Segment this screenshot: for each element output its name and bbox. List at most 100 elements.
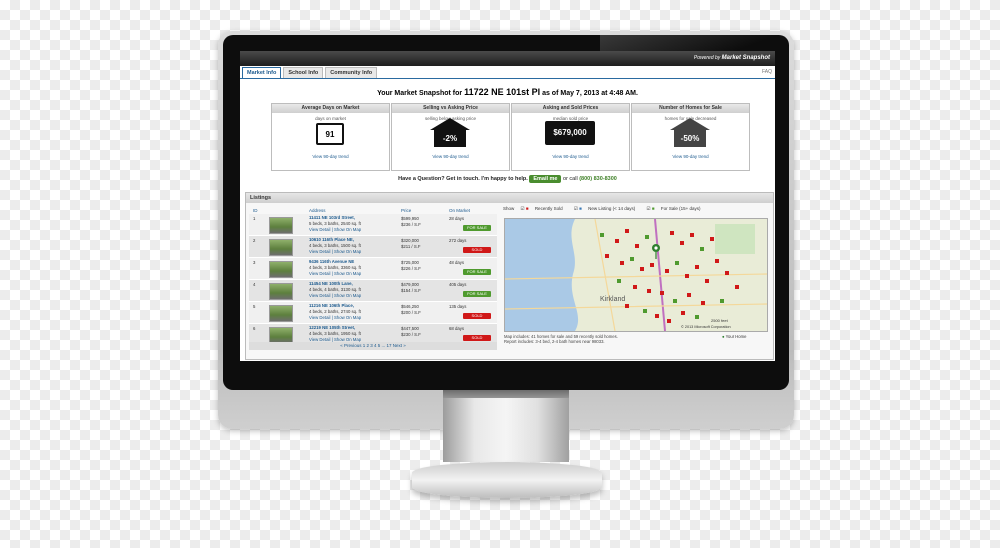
listing-pin-icon[interactable]: [705, 279, 709, 283]
listing-pin-icon[interactable]: [695, 265, 699, 269]
view-detail-link[interactable]: View Detail: [309, 249, 330, 254]
listing-pin-icon[interactable]: [660, 291, 664, 295]
filter-new-listing[interactable]: ☑ ■ New Listing (< 14 days): [574, 206, 640, 211]
listing-pin-icon[interactable]: [675, 261, 679, 265]
house-photo[interactable]: [269, 239, 293, 256]
filter-for-sale[interactable]: ☑ ■ For Sale (15+ days): [647, 206, 706, 211]
listing-pin-icon[interactable]: [667, 319, 671, 323]
row-number: 2: [253, 238, 256, 243]
listings-map[interactable]: Kirkland 2500 feet © 2013 Microsoft Corp…: [504, 218, 768, 332]
email-me-button[interactable]: Email me: [529, 175, 562, 183]
listing-pin-icon[interactable]: [665, 269, 669, 273]
listing-pin-icon[interactable]: [720, 299, 724, 303]
listing-address[interactable]: 9436 116th Avenue NE: [309, 259, 354, 264]
listing-details: 4 beds, 4 baths, 3130 sq. ft: [309, 287, 361, 292]
listing-address[interactable]: 11454 NE 100th Lane,: [309, 281, 353, 286]
table-row[interactable]: 1 11411 NE 103rd Street, 5 beds, 3 baths…: [249, 214, 497, 236]
listing-pin-icon[interactable]: [645, 235, 649, 239]
table-row[interactable]: 5 11216 NE 106th Place, 4 beds, 2 baths,…: [249, 302, 497, 324]
house-photo[interactable]: [269, 283, 293, 300]
view-detail-link[interactable]: View Detail: [309, 227, 330, 232]
filter-recently-sold[interactable]: ☑ ■ Recently Sold: [521, 206, 568, 211]
show-on-map-link[interactable]: Show On Map: [334, 227, 361, 232]
listing-pin-icon[interactable]: [630, 257, 634, 261]
listing-pin-icon[interactable]: [635, 244, 639, 248]
house-photo[interactable]: [269, 305, 293, 322]
status-badge: SOLD: [463, 335, 491, 341]
tab-school-info[interactable]: School Info: [283, 67, 324, 78]
listing-pin-icon[interactable]: [690, 233, 694, 237]
listing-pin-icon[interactable]: [715, 259, 719, 263]
listing-price: $479,000 $154 / S.F: [401, 282, 421, 293]
house-photo[interactable]: [269, 217, 293, 234]
view-detail-link[interactable]: View Detail: [309, 293, 330, 298]
col-address[interactable]: Address: [309, 208, 326, 213]
table-row[interactable]: 3 9436 116th Avenue NE 4 beds, 3 baths, …: [249, 258, 497, 280]
col-on-market[interactable]: On Market: [449, 208, 470, 213]
col-price[interactable]: Price: [401, 208, 411, 213]
table-row[interactable]: 2 10610 116th Place NE, 4 beds, 3 baths,…: [249, 236, 497, 258]
row-number: 5: [253, 304, 256, 309]
trend-link[interactable]: View 90-day trend: [392, 154, 509, 159]
days-on-market: 405 days: [449, 282, 467, 287]
listing-pin-icon[interactable]: [670, 231, 674, 235]
card-days-on-market: Average Days on Market days on market 91…: [271, 103, 390, 171]
listing-details: 4 beds, 3 baths, 1950 sq. ft: [309, 331, 361, 336]
listing-pin-icon[interactable]: [673, 299, 677, 303]
tab-bar: Market Info School Info Community Info: [240, 67, 775, 79]
days-on-market: 135 days: [449, 304, 467, 309]
listing-pin-icon[interactable]: [681, 311, 685, 315]
listing-pin-icon[interactable]: [680, 241, 684, 245]
house-photo[interactable]: [269, 261, 293, 278]
listing-pin-icon[interactable]: [647, 289, 651, 293]
pagination[interactable]: « Previous 1 2 3 4 5 ... 17 Next »: [249, 342, 497, 350]
listing-pin-icon[interactable]: [617, 279, 621, 283]
phone-link[interactable]: (800) 830-8300: [579, 176, 617, 182]
status-badge: FOR SALE: [463, 291, 491, 297]
listings-header: Listings: [246, 193, 773, 203]
listing-address[interactable]: 11216 NE 106th Place,: [309, 303, 354, 308]
listing-links: View Detail | Show On Map: [309, 293, 362, 298]
listing-pin-icon[interactable]: [620, 261, 624, 265]
show-on-map-link[interactable]: Show On Map: [334, 249, 361, 254]
map-town-label: Kirkland: [600, 296, 625, 303]
trend-link[interactable]: View 90-day trend: [632, 154, 749, 159]
listing-pin-icon[interactable]: [695, 315, 699, 319]
show-on-map-link[interactable]: Show On Map: [334, 315, 361, 320]
trend-link[interactable]: View 90-day trend: [272, 154, 389, 159]
listing-pin-icon[interactable]: [615, 239, 619, 243]
listing-pin-icon[interactable]: [640, 267, 644, 271]
listing-pin-icon[interactable]: [633, 285, 637, 289]
listing-pin-icon[interactable]: [625, 229, 629, 233]
listing-pin-icon[interactable]: [687, 293, 691, 297]
listing-pin-icon[interactable]: [701, 301, 705, 305]
tab-market-info[interactable]: Market Info: [242, 67, 282, 78]
listing-pin-icon[interactable]: [600, 233, 604, 237]
table-row[interactable]: 4 11454 NE 100th Lane, 4 beds, 4 baths, …: [249, 280, 497, 302]
view-detail-link[interactable]: View Detail: [309, 315, 330, 320]
trend-link[interactable]: View 90-day trend: [512, 154, 629, 159]
listing-pin-icon[interactable]: [710, 237, 714, 241]
view-detail-link[interactable]: View Detail: [309, 271, 330, 276]
listing-links: View Detail | Show On Map: [309, 271, 362, 276]
show-on-map-link[interactable]: Show On Map: [334, 271, 361, 276]
listing-pin-icon[interactable]: [685, 274, 689, 278]
map-scale: 2500 feet: [711, 318, 729, 323]
listing-pin-icon[interactable]: [605, 254, 609, 258]
listing-pin-icon[interactable]: [650, 263, 654, 267]
listing-address[interactable]: 10610 116th Place NE,: [309, 237, 354, 242]
tab-community-info[interactable]: Community Info: [325, 67, 378, 78]
listing-pin-icon[interactable]: [643, 309, 647, 313]
col-id[interactable]: ID: [253, 208, 258, 213]
row-number: 6: [253, 326, 256, 331]
listing-pin-icon[interactable]: [655, 314, 659, 318]
days-on-market: 68 days: [449, 326, 465, 331]
listing-address[interactable]: 12219 NE 105th Street,: [309, 325, 355, 330]
faq-link[interactable]: FAQ: [762, 69, 772, 75]
listing-pin-icon[interactable]: [625, 304, 629, 308]
listing-pin-icon[interactable]: [725, 271, 729, 275]
listing-address[interactable]: 11411 NE 103rd Street,: [309, 215, 355, 220]
listing-pin-icon[interactable]: [735, 285, 739, 289]
listing-pin-icon[interactable]: [700, 247, 704, 251]
show-on-map-link[interactable]: Show On Map: [334, 293, 361, 298]
